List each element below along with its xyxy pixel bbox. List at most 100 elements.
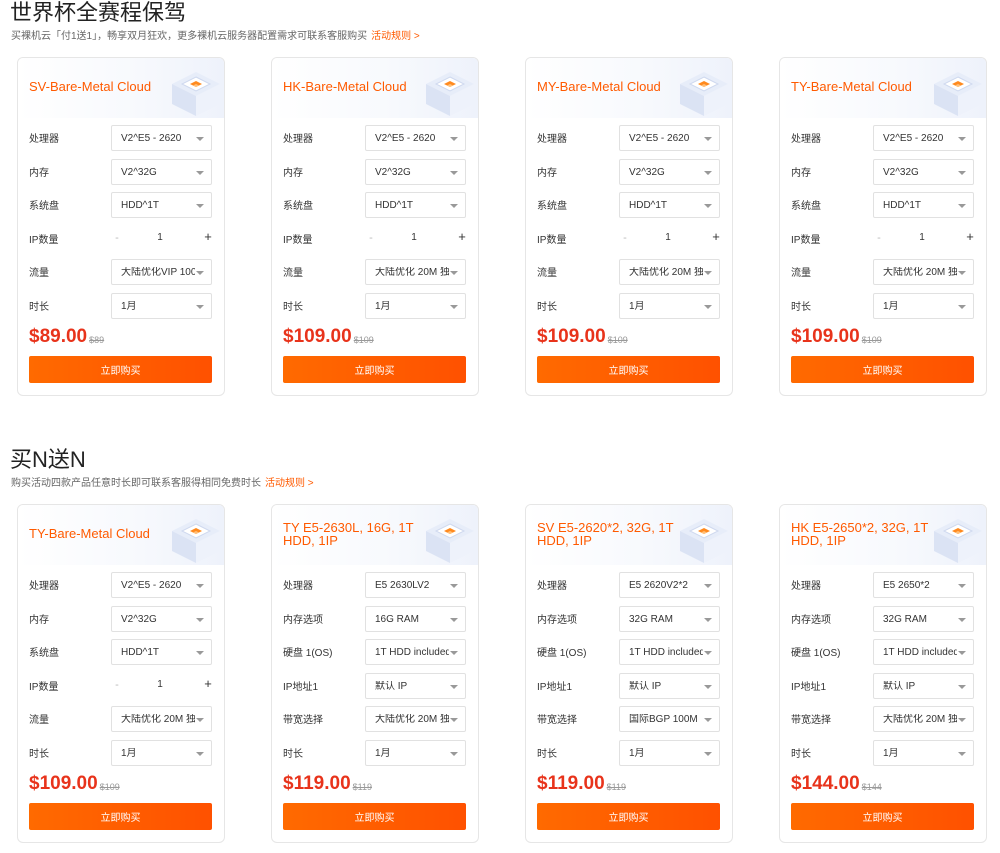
option-select[interactable]: 大陆优化 20M 独享 (365, 259, 466, 285)
increment-button[interactable]: + (710, 229, 722, 244)
option-select[interactable]: V2^32G (111, 158, 212, 185)
option-select[interactable]: V2^32G (873, 158, 974, 185)
option-select[interactable]: V2^E5 - 2620 (873, 125, 974, 151)
option-select[interactable]: 默认 IP (873, 672, 974, 699)
option-select[interactable]: 1T HDD included (873, 639, 974, 665)
option-select[interactable]: 1月 (111, 292, 212, 319)
chevron-down-icon (196, 204, 204, 208)
option-select[interactable]: 1月 (365, 292, 466, 319)
card-header: MY-Bare-Metal Cloud (526, 58, 732, 118)
config-options: 处理器 E5 2650*2 内存选项 32G RAM 硬盘 1(OS) 1T H… (780, 571, 986, 772)
config-row: 时长 1月 (18, 739, 224, 773)
option-select[interactable]: 16G RAM (365, 605, 466, 632)
config-row: 内存 V2^32G (18, 158, 224, 192)
current-price: $119.00 (283, 773, 351, 794)
buy-now-button[interactable]: 立即购买 (29, 803, 212, 830)
option-select[interactable]: V2^32G (619, 158, 720, 185)
option-select[interactable]: V2^32G (111, 605, 212, 632)
section-subtitle-text: 买裸机云「付1送1」，畅享双月狂欢，更多裸机云服务器配置需求可联系客服购买 (11, 31, 368, 42)
config-row: 带宽选择 国际BGP 100M (526, 705, 732, 739)
config-row: 处理器 E5 2630LV2 (272, 571, 478, 605)
rules-link[interactable]: 活动规则 > (371, 31, 420, 42)
option-select[interactable]: 大陆优化VIP 100M (111, 259, 212, 285)
option-select[interactable]: 1月 (873, 292, 974, 319)
selected-value: 32G RAM (883, 613, 927, 625)
increment-button[interactable]: + (456, 229, 468, 244)
buy-now-button[interactable]: 立即购买 (791, 803, 974, 830)
chevron-down-icon (704, 651, 712, 655)
option-label: 处理器 (791, 134, 821, 145)
option-select[interactable]: 1月 (619, 739, 720, 766)
selected-value: 默认 IP (883, 680, 916, 692)
buy-now-button[interactable]: 立即购买 (791, 356, 974, 383)
card-title: HK-Bare-Metal Cloud (283, 79, 407, 94)
option-select[interactable]: HDD^1T (365, 192, 466, 218)
buy-now-button[interactable]: 立即购买 (283, 803, 466, 830)
chevron-down-icon (196, 751, 204, 756)
increment-button[interactable]: + (202, 229, 214, 244)
increment-button[interactable]: + (202, 676, 214, 691)
buy-now-button[interactable]: 立即购买 (537, 356, 720, 383)
option-label: 处理器 (29, 134, 59, 145)
card-title: HK E5-2650*2, 32G, 1T HDD, 1IP (791, 520, 929, 548)
decrement-button[interactable]: - (111, 232, 123, 244)
increment-button[interactable]: + (964, 229, 976, 244)
price-row: $144.00 $144 (791, 772, 882, 796)
buy-now-button[interactable]: 立即购买 (283, 356, 466, 383)
option-select[interactable]: V2^32G (365, 158, 466, 185)
selected-value: V2^32G (883, 166, 919, 178)
config-row: IP数量 - 1 + (780, 225, 986, 259)
option-select[interactable]: 大陆优化 20M 独享 (873, 259, 974, 285)
decrement-button[interactable]: - (365, 232, 377, 244)
section-subtitle: 买裸机云「付1送1」，畅享双月狂欢，更多裸机云服务器配置需求可联系客服购买 活动规… (11, 30, 1000, 44)
config-row: 系统盘 HDD^1T (18, 191, 224, 225)
option-select[interactable]: 默认 IP (365, 672, 466, 699)
option-select[interactable]: HDD^1T (619, 192, 720, 218)
card-header: HK E5-2650*2, 32G, 1T HDD, 1IP (780, 505, 986, 565)
option-select[interactable]: E5 2630LV2 (365, 572, 466, 598)
option-select[interactable]: 1T HDD included (365, 639, 466, 665)
product-card: TY E5-2630L, 16G, 1T HDD, 1IP 处理器 E5 263… (271, 504, 479, 843)
quantity-value: 1 (665, 231, 671, 243)
chevron-down-icon (196, 584, 204, 588)
selected-value: HDD^1T (629, 200, 668, 211)
option-select[interactable]: 1月 (111, 739, 212, 766)
buy-now-button[interactable]: 立即购买 (537, 803, 720, 830)
option-select[interactable]: HDD^1T (111, 192, 212, 218)
config-row: IP数量 - 1 + (18, 672, 224, 706)
option-select[interactable]: 1月 (873, 739, 974, 766)
chevron-down-icon (704, 137, 712, 141)
option-select[interactable]: 1月 (619, 292, 720, 319)
card-header: SV-Bare-Metal Cloud (18, 58, 224, 118)
option-select[interactable]: V2^E5 - 2620 (111, 572, 212, 598)
decrement-button[interactable]: - (873, 232, 885, 244)
option-select[interactable]: 32G RAM (873, 605, 974, 632)
option-select[interactable]: HDD^1T (111, 639, 212, 665)
chevron-down-icon (196, 304, 204, 309)
option-label: IP地址1 (537, 681, 573, 693)
option-label: 系统盘 (537, 201, 567, 212)
decrement-button[interactable]: - (619, 232, 631, 244)
option-select[interactable]: 国际BGP 100M (619, 706, 720, 732)
option-select[interactable]: 大陆优化 20M 独享 (111, 706, 212, 732)
option-select[interactable]: 大陆优化 20M 独享 (365, 706, 466, 732)
config-row: 带宽选择 大陆优化 20M 独享 (272, 705, 478, 739)
selected-value: 大陆优化 20M 独享 (883, 267, 957, 278)
option-select[interactable]: HDD^1T (873, 192, 974, 218)
server-cube-icon (934, 72, 982, 116)
option-select[interactable]: 1T HDD included (619, 639, 720, 665)
option-select[interactable]: 1月 (365, 739, 466, 766)
option-select[interactable]: V2^E5 - 2620 (619, 125, 720, 151)
option-select[interactable]: E5 2620V2*2 (619, 572, 720, 598)
option-select[interactable]: V2^E5 - 2620 (365, 125, 466, 151)
decrement-button[interactable]: - (111, 679, 123, 691)
rules-link[interactable]: 活动规则 > (265, 478, 314, 489)
option-label: 流量 (791, 268, 811, 279)
option-select[interactable]: E5 2650*2 (873, 572, 974, 598)
option-select[interactable]: V2^E5 - 2620 (111, 125, 212, 151)
option-select[interactable]: 默认 IP (619, 672, 720, 699)
buy-now-button[interactable]: 立即购买 (29, 356, 212, 383)
option-select[interactable]: 32G RAM (619, 605, 720, 632)
option-select[interactable]: 大陆优化 20M 独享 (873, 706, 974, 732)
option-select[interactable]: 大陆优化 20M 独享 (619, 259, 720, 285)
